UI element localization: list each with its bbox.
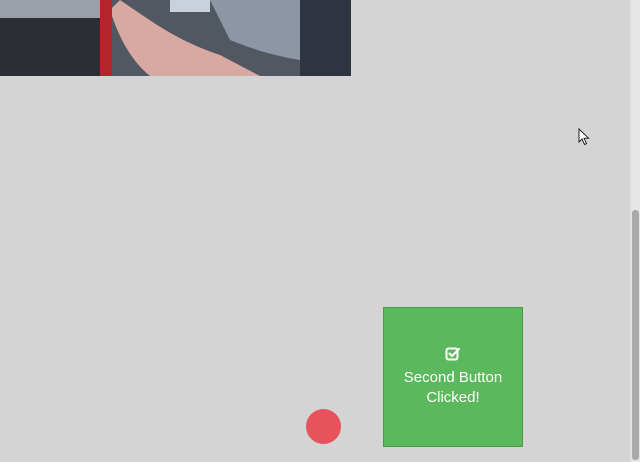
webcam-feed-graphic bbox=[0, 0, 351, 76]
mouse-cursor-icon bbox=[578, 127, 590, 146]
page: Second Button Clicked! bbox=[0, 0, 640, 462]
scrollbar-thumb[interactable] bbox=[632, 210, 639, 460]
check-square-icon bbox=[445, 347, 461, 361]
scrollbar-track[interactable] bbox=[630, 0, 640, 462]
red-dot-indicator bbox=[306, 409, 341, 444]
webcam-feed-image bbox=[0, 0, 351, 76]
second-button-label: Second Button Clicked! bbox=[403, 369, 503, 406]
second-button[interactable]: Second Button Clicked! bbox=[383, 307, 523, 447]
